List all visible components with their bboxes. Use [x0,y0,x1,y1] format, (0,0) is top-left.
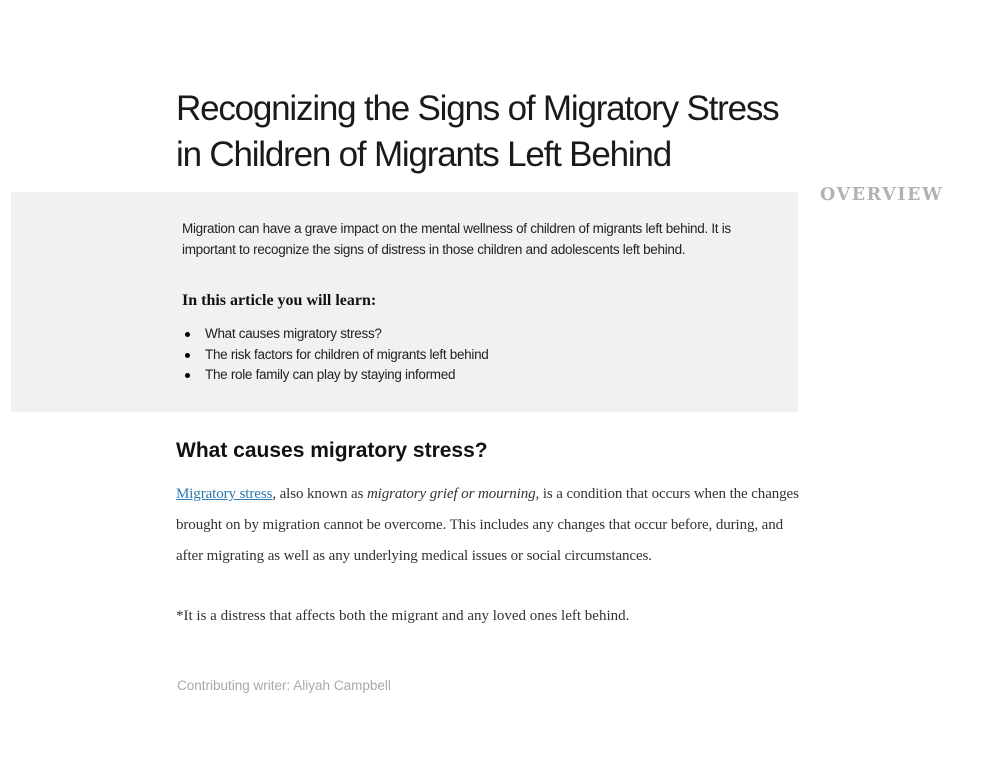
learn-list-item: The risk factors for children of migrant… [182,345,489,366]
section-body-emphasis: migratory grief or mourning [366,486,536,502]
writer-credit: Contributing writer: Aliyah Campbell [177,678,391,693]
section-heading: What causes migratory stress? [176,439,488,462]
overview-nav-label[interactable]: OVERVIEW [820,185,943,205]
article-title: Recognizing the Signs of Migratory Stres… [176,89,780,174]
learn-list: What causes migratory stress? The risk f… [182,324,489,386]
section-body-text: , also known as [272,486,367,502]
overview-box: Migration can have a grave impact on the… [11,192,798,412]
section-note: *It is a distress that affects both the … [176,608,630,624]
learn-list-item: The role family can play by staying info… [182,365,488,386]
overview-intro: Migration can have a grave impact on the… [182,221,731,257]
learn-heading: In this article you will learn: [182,292,377,309]
learn-list-item: What causes migratory stress? [182,324,488,345]
section-body: Migratory stress, also known as migrator… [176,479,806,571]
migratory-stress-link[interactable]: Migratory stress [176,486,272,502]
